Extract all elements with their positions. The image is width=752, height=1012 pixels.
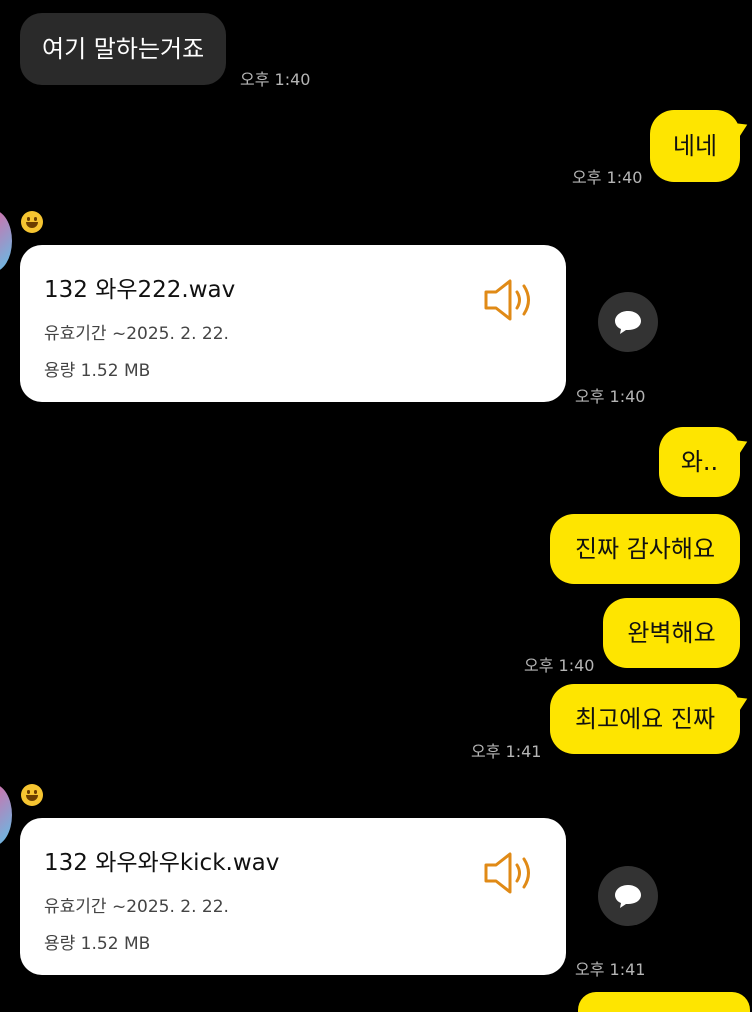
outgoing-message[interactable]: 완벽해요 xyxy=(603,598,740,668)
message-timestamp: 오후 1:41 xyxy=(471,742,542,761)
message-text: 최고에요 진짜 xyxy=(574,705,716,733)
outgoing-message[interactable] xyxy=(578,992,750,1012)
speaker-icon[interactable] xyxy=(482,277,538,323)
message-timestamp: 오후 1:40 xyxy=(524,656,595,675)
grinning-face-icon xyxy=(21,784,43,806)
outgoing-message[interactable]: 와.. xyxy=(659,427,752,497)
message-timestamp: 오후 1:40 xyxy=(572,168,643,187)
message-text: 완벽해요 xyxy=(627,619,716,647)
grinning-face-icon xyxy=(21,211,43,233)
file-attachment-card[interactable]: 132 와우222.wav 유효기간 ~2025. 2. 22. 용량 1.52… xyxy=(20,245,566,402)
incoming-message[interactable]: 여기 말하는거죠 xyxy=(20,13,227,85)
bubble-tail xyxy=(728,432,752,458)
message-text: 와.. xyxy=(680,448,719,476)
message-text: 네네 xyxy=(672,132,718,160)
message-timestamp: 오후 1:40 xyxy=(575,387,646,406)
file-expiry: 유효기간 ~2025. 2. 22. xyxy=(44,897,229,917)
file-expiry: 유효기간 ~2025. 2. 22. xyxy=(44,324,229,344)
sender-avatar[interactable] xyxy=(0,210,12,272)
outgoing-message[interactable]: 최고에요 진짜 xyxy=(550,684,752,754)
message-timestamp: 오후 1:40 xyxy=(240,70,311,89)
file-attachment-card[interactable]: 132 와우와우kick.wav 유효기간 ~2025. 2. 22. 용량 1… xyxy=(20,818,566,975)
chat-share-icon[interactable] xyxy=(598,866,658,926)
file-name: 132 와우와우kick.wav xyxy=(44,850,280,876)
file-size: 용량 1.52 MB xyxy=(44,934,151,954)
speaker-icon[interactable] xyxy=(482,850,538,896)
sender-avatar[interactable] xyxy=(0,784,12,846)
message-text: 여기 말하는거죠 xyxy=(42,35,205,63)
outgoing-message[interactable]: 진짜 감사해요 xyxy=(550,514,740,584)
bubble-tail xyxy=(728,689,752,715)
outgoing-message[interactable]: 네네 xyxy=(650,110,752,182)
file-size: 용량 1.52 MB xyxy=(44,361,151,381)
file-name: 132 와우222.wav xyxy=(44,277,236,303)
message-timestamp: 오후 1:41 xyxy=(575,960,646,979)
chat-share-icon[interactable] xyxy=(598,292,658,352)
bubble-tail xyxy=(728,115,752,141)
message-text: 진짜 감사해요 xyxy=(574,535,716,563)
